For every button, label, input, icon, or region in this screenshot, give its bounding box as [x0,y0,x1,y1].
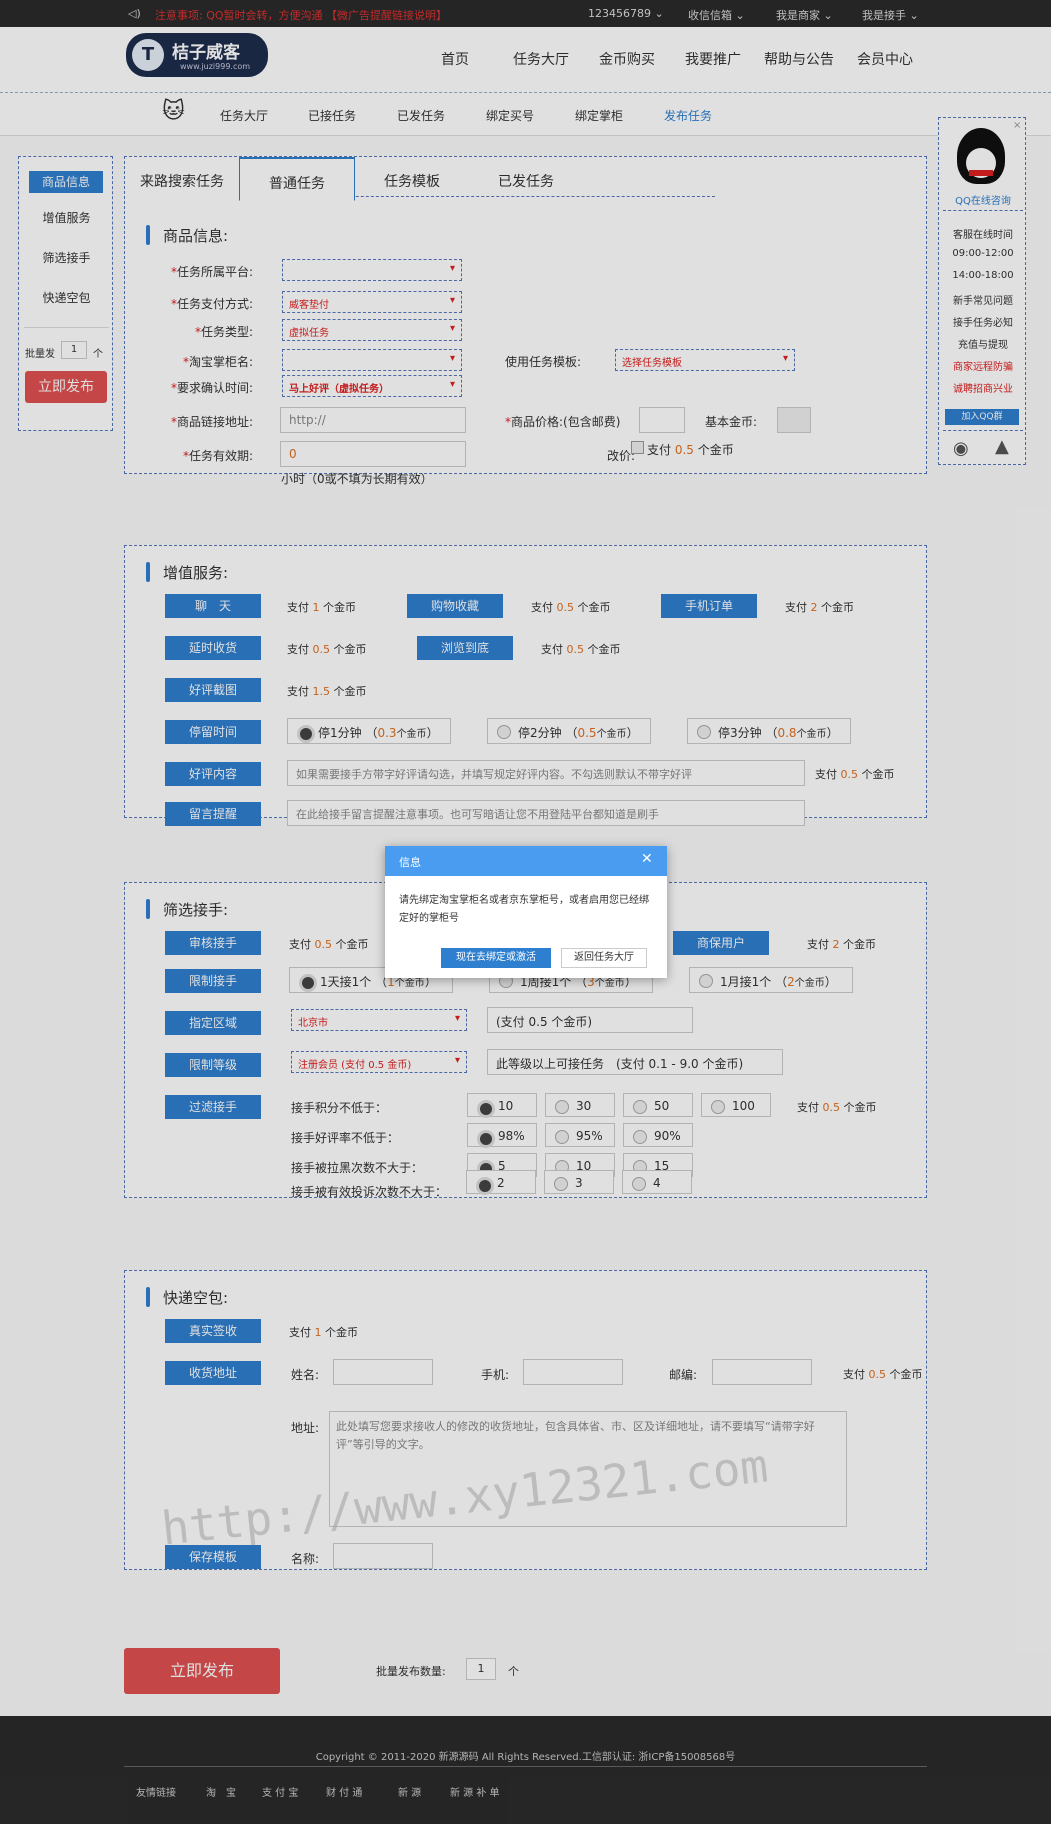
dialog-header: 信息 ✕ [385,846,667,876]
info-dialog: 信息 ✕ 请先绑定淘宝掌柜名或者京东掌柜号，或者启用您已经绑定好的掌柜号 现在去… [385,846,667,978]
dialog-return-button[interactable]: 返回任务大厅 [561,948,647,968]
dialog-title: 信息 [399,856,421,869]
dialog-bind-button[interactable]: 现在去绑定或激活 [441,948,551,968]
dialog-message: 请先绑定淘宝掌柜名或者京东掌柜号，或者启用您已经绑定好的掌柜号 [399,895,649,924]
dialog-close-icon[interactable]: ✕ [641,851,653,867]
